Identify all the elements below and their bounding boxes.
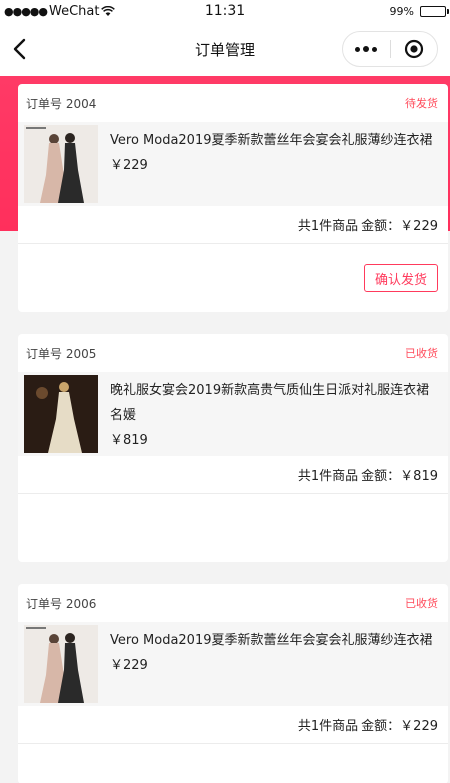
order-summary: 共1件商品 金额：￥229: [18, 206, 448, 244]
order-header: 订单号 2004 待发货: [18, 84, 448, 122]
order-actions: [18, 494, 448, 562]
product-row[interactable]: Vero Moda2019夏季新款蕾丝年会宴会礼服薄纱连衣裙 ￥229: [18, 122, 448, 206]
product-name: 晚礼服女宴会2019新款高贵气质仙生日派对礼服连衣裙名媛: [110, 383, 430, 423]
battery-icon: [420, 5, 449, 17]
order-amount: 金额：￥229: [361, 719, 438, 734]
order-card: 订单号 2004 待发货 Vero Moda2019夏季新款蕾丝年会宴会礼服薄纱…: [18, 84, 448, 312]
product-info: 晚礼服女宴会2019新款高贵气质仙生日派对礼服连衣裙名媛 ￥819: [110, 375, 442, 453]
order-summary: 共1件商品 金额：￥819: [18, 456, 448, 494]
order-status: 已收货: [405, 347, 438, 360]
order-number: 订单号 2004: [26, 96, 97, 111]
mini-program-capsule: [342, 31, 438, 67]
close-mini-program-button[interactable]: [390, 39, 437, 59]
battery-percent: 99%: [389, 4, 414, 18]
order-summary: 共1件商品 金额：￥229: [18, 706, 448, 744]
order-number: 订单号 2005: [26, 346, 97, 361]
product-info: Vero Moda2019夏季新款蕾丝年会宴会礼服薄纱连衣裙 ￥229: [110, 125, 433, 178]
item-count: 共1件商品: [297, 219, 359, 234]
order-card: 订单号 2006 已收货 Vero Moda2019夏季新款蕾丝年会宴会礼服薄纱…: [18, 584, 448, 783]
nav-bar: 订单管理: [0, 22, 450, 76]
battery-status: 99%: [389, 4, 449, 18]
target-close-icon: [404, 39, 423, 59]
product-name: Vero Moda2019夏季新款蕾丝年会宴会礼服薄纱连衣裙: [110, 133, 433, 148]
more-dot-icon: [355, 46, 361, 52]
product-price: ￥229: [110, 158, 148, 173]
order-header: 订单号 2006 已收货: [18, 584, 448, 622]
order-amount: 金额：￥819: [361, 469, 438, 484]
product-info: Vero Moda2019夏季新款蕾丝年会宴会礼服薄纱连衣裙 ￥229: [110, 625, 433, 678]
product-price: ￥229: [110, 658, 148, 673]
product-name: Vero Moda2019夏季新款蕾丝年会宴会礼服薄纱连衣裙: [110, 633, 433, 648]
more-menu-button[interactable]: [343, 46, 390, 52]
confirm-shipment-button[interactable]: 确认发货: [364, 264, 438, 292]
order-amount: 金额：￥229: [361, 219, 438, 234]
item-count: 共1件商品: [297, 469, 359, 484]
product-row[interactable]: 晚礼服女宴会2019新款高贵气质仙生日派对礼服连衣裙名媛 ￥819: [18, 372, 448, 456]
more-dot-icon: [363, 46, 370, 52]
order-actions: 确认发货: [18, 244, 448, 312]
status-time: 11:31: [204, 3, 246, 19]
product-thumbnail: [24, 125, 98, 203]
status-bar: ●●●●● WeChat 11:31 99%: [0, 0, 450, 22]
order-card: 订单号 2005 已收货 晚礼服女宴会2019新款高贵气质仙生日派对礼服连衣裙名…: [18, 334, 448, 562]
product-thumbnail: [24, 625, 98, 703]
product-thumbnail: [24, 375, 98, 453]
more-dot-icon: [372, 46, 378, 52]
item-count: 共1件商品: [297, 719, 359, 734]
product-price: ￥819: [110, 433, 148, 448]
order-status: 待发货: [405, 97, 438, 110]
order-actions: [18, 744, 448, 783]
order-header: 订单号 2005 已收货: [18, 334, 448, 372]
product-row[interactable]: Vero Moda2019夏季新款蕾丝年会宴会礼服薄纱连衣裙 ￥229: [18, 622, 448, 706]
order-status: 已收货: [405, 597, 438, 610]
order-number: 订单号 2006: [26, 596, 97, 611]
